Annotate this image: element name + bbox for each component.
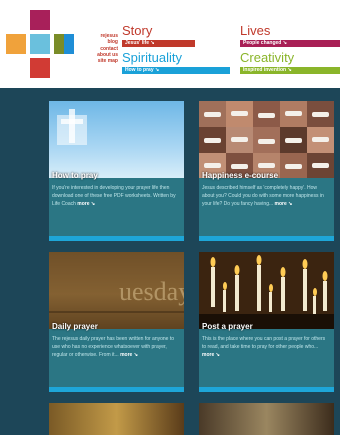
nav-spirituality-sub[interactable]: How to pray ↘: [122, 67, 230, 74]
card-title[interactable]: Daily prayer: [52, 322, 98, 331]
site-header: rejesus blog contact about us site map S…: [0, 0, 340, 88]
card-body: The rejesus daily prayer has been writte…: [52, 336, 175, 358]
nav-story[interactable]: Story Jesus' life ↘: [122, 24, 230, 47]
card-strip: [49, 387, 184, 392]
card-text: How to pray If you're interested in deve…: [49, 171, 184, 236]
card-text: Happiness e-course Jesus described himse…: [199, 171, 334, 236]
nav-creativity-sub[interactable]: Inspired invention ↘: [240, 67, 340, 74]
cross-silhouette-icon: [57, 109, 87, 145]
nav-story-title[interactable]: Story: [122, 24, 230, 38]
card-body: This is the place where you can post a p…: [202, 336, 326, 358]
card-image-calendar[interactable]: uesday: [49, 252, 184, 329]
card-partial-crowd[interactable]: [199, 403, 334, 435]
nav-lives-title[interactable]: Lives: [240, 24, 340, 38]
nav-spirituality-title[interactable]: Spirituality: [122, 51, 230, 65]
card-text: Daily prayer The rejesus daily prayer ha…: [49, 322, 184, 387]
logo-square-orange: [6, 34, 26, 54]
card-partial-painting[interactable]: [49, 403, 184, 435]
card-how-to-pray[interactable]: How to pray If you're interested in deve…: [49, 101, 184, 241]
more-link[interactable]: more ↘: [202, 352, 220, 358]
utility-links: rejesus blog contact about us site map: [82, 33, 118, 64]
card-image-crowd[interactable]: [199, 403, 334, 435]
card-daily-prayer[interactable]: uesday Daily prayer The rejesus daily pr…: [49, 252, 184, 392]
more-link[interactable]: more ↘: [275, 201, 293, 207]
more-link[interactable]: more ↘: [120, 352, 138, 358]
logo-square-olive: [54, 34, 64, 54]
nav-lives[interactable]: Lives People changed ↘: [240, 24, 340, 47]
card-title[interactable]: Post a prayer: [202, 322, 253, 331]
site-logo[interactable]: [6, 10, 90, 78]
card-body: Jesus described himself as 'completely h…: [202, 185, 324, 207]
card-strip: [199, 236, 334, 241]
logo-square-red: [30, 58, 50, 78]
card-strip: [199, 387, 334, 392]
nav-creativity-title[interactable]: Creativity: [240, 51, 340, 65]
logo-square-magenta: [30, 10, 50, 30]
svg-text:uesday: uesday: [119, 277, 184, 306]
card-body: If you're interested in developing your …: [52, 185, 176, 207]
smiling-mouths-image: [199, 101, 334, 178]
nav-creativity[interactable]: Creativity Inspired invention ↘: [240, 51, 340, 74]
tuesday-calendar-image: uesday: [49, 252, 184, 329]
link-site-map[interactable]: site map: [82, 58, 118, 64]
card-image-candles[interactable]: [199, 252, 334, 329]
card-post-a-prayer[interactable]: Post a prayer This is the place where yo…: [199, 252, 334, 392]
card-image-painting[interactable]: [49, 403, 184, 435]
card-title[interactable]: How to pray: [52, 171, 98, 180]
candles-image: [199, 252, 334, 329]
more-link[interactable]: more ↘: [77, 201, 95, 207]
nav-spirituality[interactable]: Spirituality How to pray ↘: [122, 51, 230, 74]
card-strip: [49, 236, 184, 241]
card-title[interactable]: Happiness e-course: [202, 171, 278, 180]
logo-square-lightblue: [30, 34, 50, 54]
nav-story-sub[interactable]: Jesus' life ↘: [122, 40, 195, 47]
card-image-sky[interactable]: [49, 101, 184, 178]
nav-lives-sub[interactable]: People changed ↘: [240, 40, 340, 47]
card-image-smiles[interactable]: [199, 101, 334, 178]
card-text: Post a prayer This is the place where yo…: [199, 322, 334, 387]
card-happiness[interactable]: Happiness e-course Jesus described himse…: [199, 101, 334, 241]
